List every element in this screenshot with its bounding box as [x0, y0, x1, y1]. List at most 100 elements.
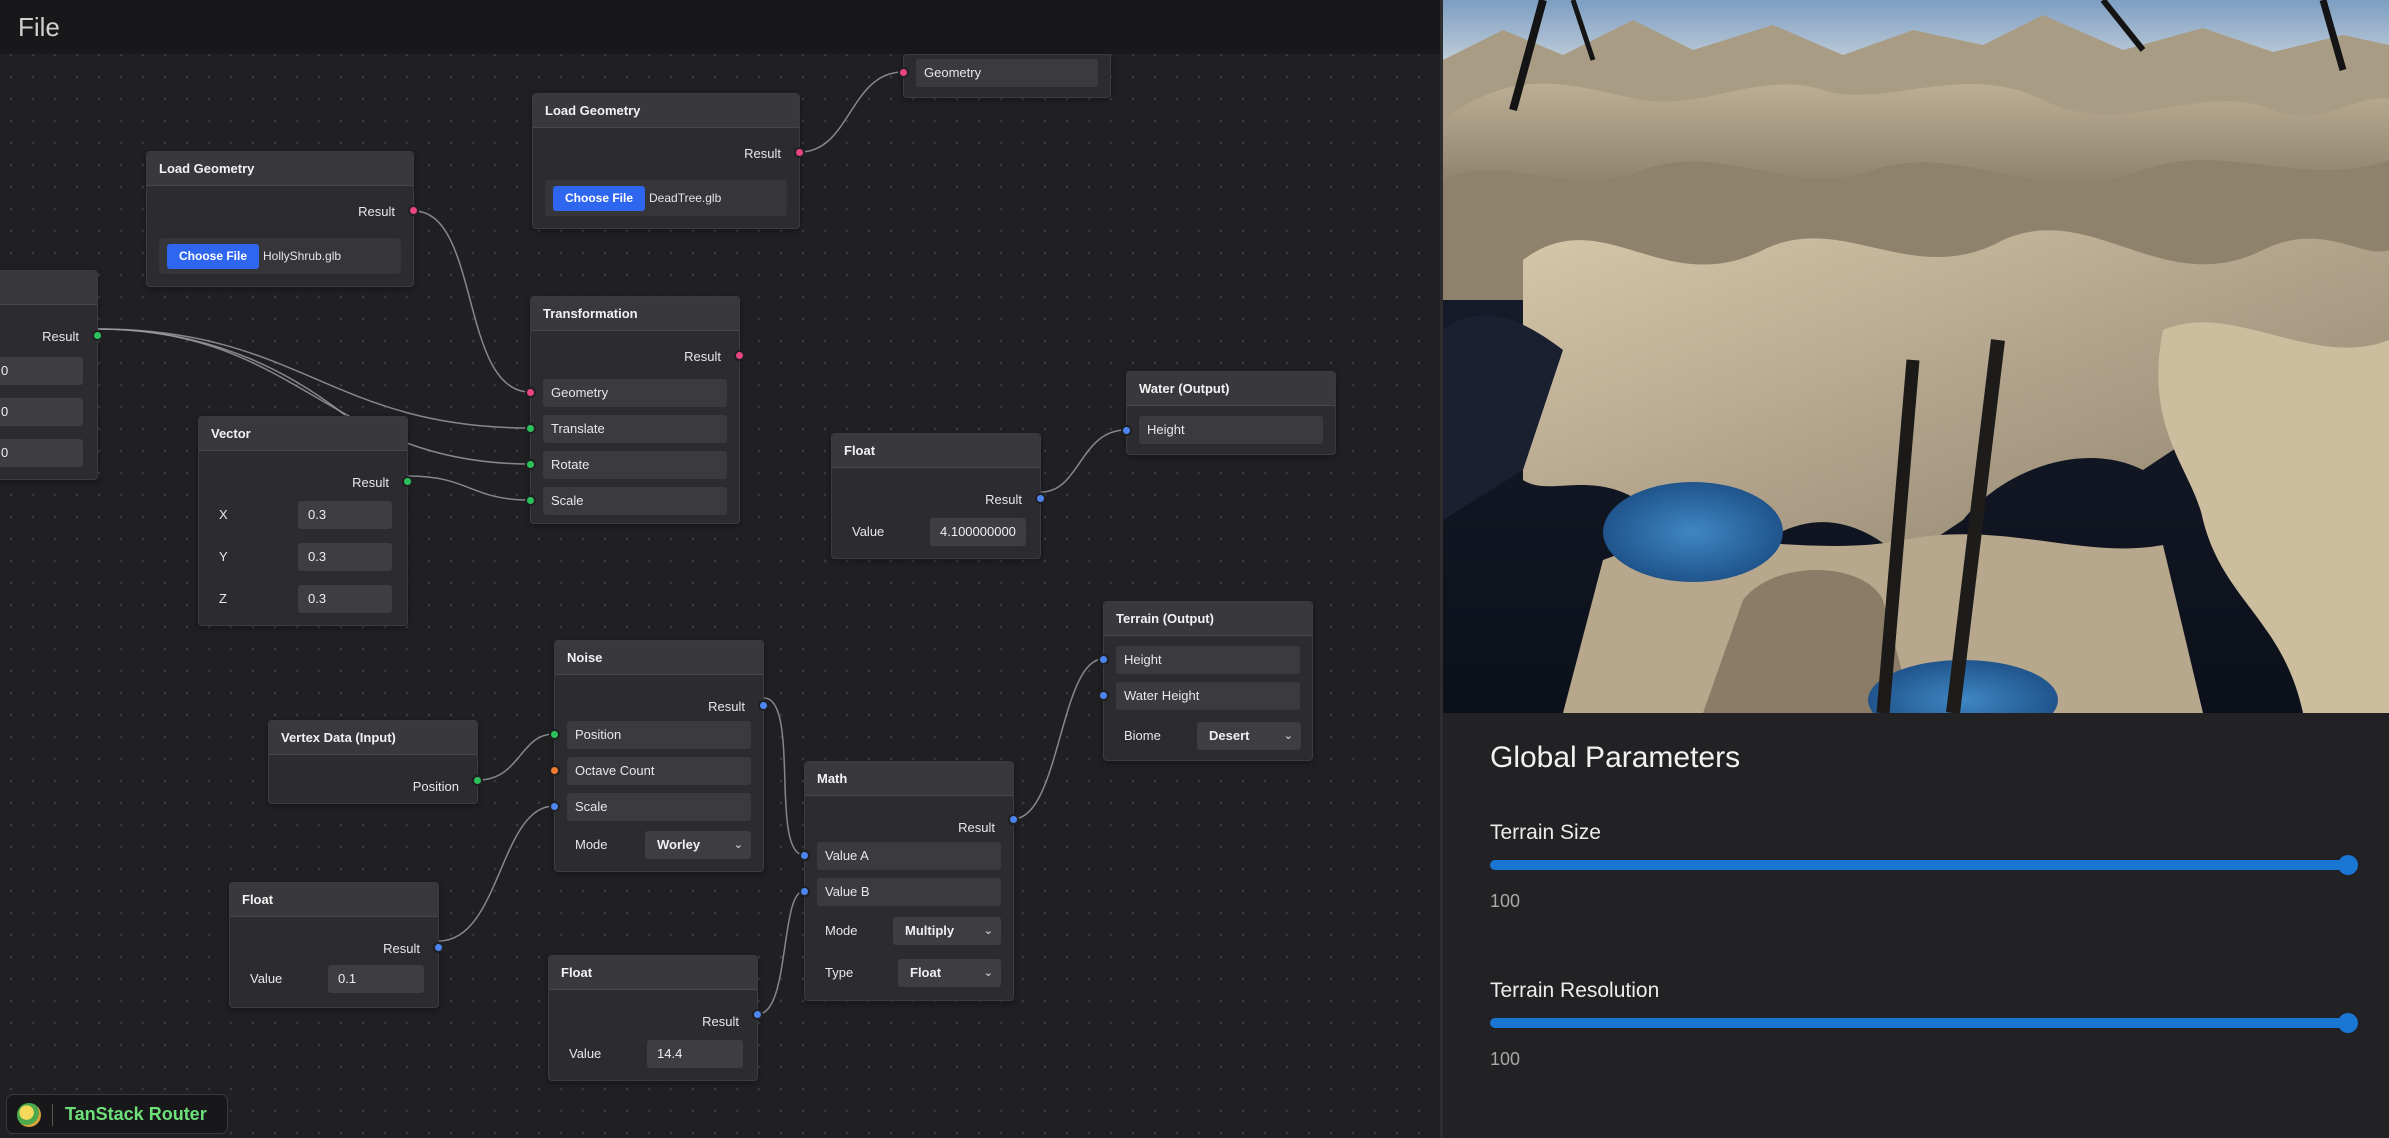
- math-type-select[interactable]: Float ⌄: [898, 959, 1001, 987]
- value-input[interactable]: 14.4: [647, 1040, 743, 1068]
- value-input[interactable]: 4.100000000: [930, 518, 1026, 546]
- node-partial-geometry[interactable]: Geometry: [898, 54, 1111, 98]
- scale-input-handle[interactable]: [525, 495, 536, 506]
- terrain-size-slider-thumb[interactable]: [2338, 855, 2358, 875]
- value-input[interactable]: 0: [0, 357, 83, 385]
- node-float-multiplier[interactable]: Float Result Value 14.4: [548, 955, 763, 1081]
- result-output-handle[interactable]: [794, 147, 805, 158]
- output-label: Result: [383, 941, 420, 956]
- result-output-handle[interactable]: [734, 350, 745, 361]
- scale-input-field: Scale: [567, 793, 751, 821]
- chevron-down-icon: ⌄: [983, 967, 993, 979]
- math-mode-value: Multiply: [905, 923, 955, 938]
- octave-count-input-handle[interactable]: [549, 765, 560, 776]
- node-terrain-output[interactable]: Terrain (Output) Height Water Height Bio…: [1098, 601, 1313, 761]
- menu-file[interactable]: File: [18, 12, 60, 43]
- translate-input-handle[interactable]: [525, 423, 536, 434]
- node-water-output[interactable]: Water (Output) Height: [1121, 371, 1336, 455]
- value-input[interactable]: 0.1: [328, 965, 424, 993]
- biome-label: Biome: [1124, 728, 1161, 743]
- value-b-input-handle[interactable]: [799, 886, 810, 897]
- node-title: Load Geometry: [533, 94, 799, 128]
- terrain-resolution-value: 100: [1490, 1049, 1521, 1069]
- terrain-3d-viewport[interactable]: [1443, 0, 2389, 713]
- node-float-water[interactable]: Float Result Value 4.100000000: [831, 433, 1046, 559]
- terrain-resolution-slider-thumb[interactable]: [2338, 1013, 2358, 1033]
- value-a-input-field: Value A: [817, 842, 1001, 870]
- water-height-input-handle[interactable]: [1098, 690, 1109, 701]
- node-title: Math: [805, 762, 1013, 796]
- y-input[interactable]: 0.3: [298, 543, 392, 571]
- panel-divider[interactable]: [1440, 0, 1443, 1138]
- output-label: Result: [958, 820, 995, 835]
- wire-partial-to-vector: [97, 328, 346, 416]
- chevron-down-icon: ⌄: [733, 839, 743, 851]
- node-title: [0, 271, 97, 305]
- result-output-handle[interactable]: [1035, 493, 1046, 504]
- node-editor[interactable]: File Geometry Load Geometry Result Choos…: [0, 0, 1440, 1138]
- wire-floatscale-to-noise-scale: [438, 805, 555, 942]
- node-vertex-data-input[interactable]: Vertex Data (Input) Position: [268, 720, 483, 804]
- router-badge-label: TanStack Router: [65, 1104, 207, 1124]
- terrain-resolution-label: Terrain Resolution: [1490, 979, 1660, 1002]
- math-mode-select[interactable]: Multiply ⌄: [893, 917, 1001, 945]
- node-title: Float: [549, 956, 757, 990]
- result-output-handle[interactable]: [433, 942, 444, 953]
- output-label: Result: [684, 349, 721, 364]
- choose-file-button[interactable]: Choose File: [167, 244, 260, 269]
- scale-input-handle[interactable]: [549, 801, 560, 812]
- node-vector[interactable]: Vector Result X 0.3 Y 0.3 Z 0.3: [198, 416, 413, 626]
- water-height-input-field: Water Height: [1116, 682, 1300, 710]
- result-output-handle[interactable]: [758, 700, 769, 711]
- z-input[interactable]: 0.3: [298, 585, 392, 613]
- node-title: Transformation: [531, 297, 739, 331]
- height-input-handle[interactable]: [1121, 425, 1132, 436]
- height-input-handle[interactable]: [1098, 654, 1109, 665]
- node-float-scale[interactable]: Float Result Value 0.1: [229, 882, 444, 1008]
- node-title: Load Geometry: [147, 152, 413, 186]
- biome-select-value: Desert: [1209, 728, 1250, 743]
- terrain-resolution-slider[interactable]: [1490, 1013, 2358, 1033]
- node-partial-vector[interactable]: Result 0 0 0: [0, 270, 103, 480]
- node-transformation[interactable]: Transformation Result Geometry Translate…: [525, 296, 745, 524]
- badge-divider: [52, 1104, 53, 1126]
- node-title: Terrain (Output): [1104, 602, 1312, 636]
- biome-select[interactable]: Desert ⌄: [1197, 722, 1301, 750]
- position-output-handle[interactable]: [472, 775, 483, 786]
- value-input[interactable]: 0: [0, 398, 83, 426]
- scale-input-field: Scale: [543, 487, 727, 515]
- result-output-handle[interactable]: [408, 205, 419, 216]
- choose-file-button[interactable]: Choose File: [553, 186, 646, 211]
- node-noise[interactable]: Noise Result Position Octave Count Scale…: [549, 640, 769, 872]
- wire-partial-to-translate: [97, 328, 531, 429]
- result-output-handle[interactable]: [1008, 814, 1019, 825]
- node-math[interactable]: Math Result Value A Value B Mode Multipl…: [799, 761, 1019, 1001]
- rotate-input-handle[interactable]: [525, 459, 536, 470]
- output-label: Position: [412, 779, 459, 794]
- file-picker: Choose File DeadTree.glb: [545, 180, 787, 216]
- terrain-render: [1443, 0, 2389, 713]
- x-label: X: [219, 507, 228, 522]
- tanstack-logo-icon: [17, 1103, 41, 1127]
- node-load-geometry-deadtree[interactable]: Load Geometry Result Choose File DeadTre…: [532, 93, 805, 229]
- value-a-input-handle[interactable]: [799, 850, 810, 861]
- file-picker: Choose File HollyShrub.glb: [159, 238, 401, 274]
- result-output-handle[interactable]: [752, 1009, 763, 1020]
- noise-mode-select[interactable]: Worley ⌄: [645, 831, 751, 859]
- translate-input-field: Translate: [543, 415, 727, 443]
- value-input[interactable]: 0: [0, 439, 83, 467]
- mode-label: Mode: [825, 923, 858, 938]
- node-title: Noise: [555, 641, 763, 675]
- geometry-input-handle[interactable]: [898, 67, 909, 78]
- file-name: DeadTree.glb: [649, 191, 722, 205]
- result-output-handle[interactable]: [402, 476, 413, 487]
- geometry-input-handle[interactable]: [525, 387, 536, 398]
- position-input-handle[interactable]: [549, 729, 560, 740]
- node-load-geometry-hollyshrub[interactable]: Load Geometry Result Choose File HollySh…: [146, 151, 419, 287]
- result-output-handle[interactable]: [92, 330, 103, 341]
- value-label: Value: [250, 971, 283, 986]
- type-label: Type: [825, 965, 854, 980]
- terrain-size-slider[interactable]: [1490, 855, 2358, 875]
- tanstack-router-devtools-button[interactable]: TanStack Router: [6, 1094, 228, 1134]
- x-input[interactable]: 0.3: [298, 501, 392, 529]
